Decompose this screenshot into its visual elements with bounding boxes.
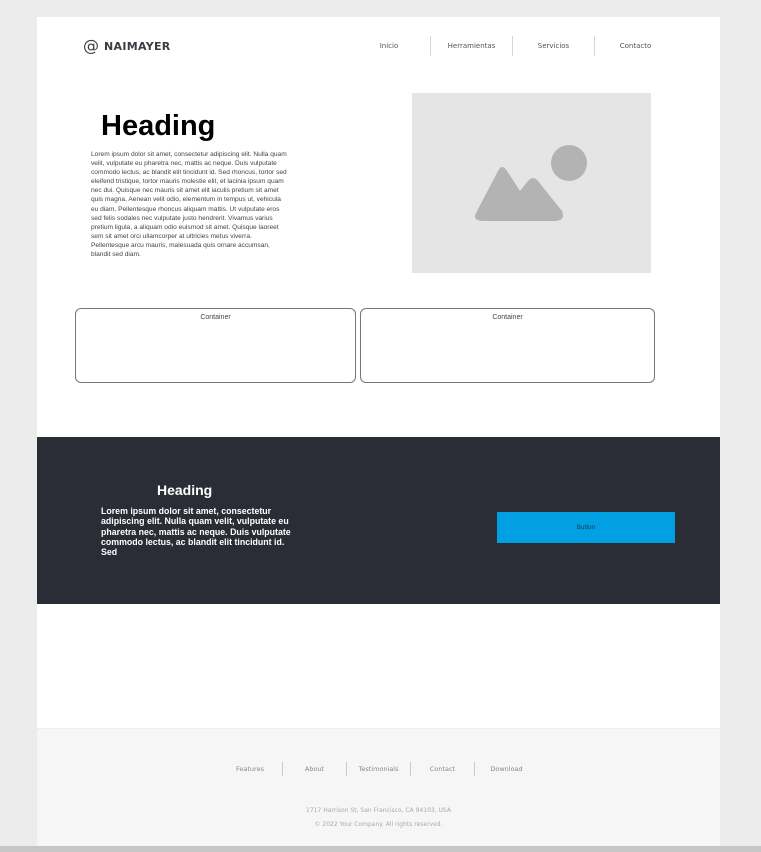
cta-button[interactable]: Button (497, 512, 675, 543)
container-label: Container (200, 314, 231, 321)
footer-link-download[interactable]: Download (474, 762, 538, 776)
container-box-2: Container (360, 308, 655, 383)
footer-link-contact[interactable]: Contact (410, 762, 474, 776)
footer-link-testimonials[interactable]: Testimonials (346, 762, 410, 776)
hero-heading: Heading (101, 110, 216, 142)
main-nav: Inicio Herramientas Servicios Contacto (348, 36, 676, 56)
nav-item-servicios[interactable]: Servicios (512, 36, 594, 56)
footer-copyright: © 2022 Your Company. All rights reserved… (314, 821, 443, 828)
cta-heading: Heading (157, 482, 213, 498)
logo-text: NAIMAYER (104, 39, 171, 53)
container-label: Container (492, 314, 523, 321)
nav-item-herramientas[interactable]: Herramientas (430, 36, 512, 56)
bottom-scroll-bar (0, 846, 761, 852)
dark-cta-section: Heading Lorem ipsum dolor sit amet, cons… (37, 437, 720, 604)
nav-item-contacto[interactable]: Contacto (594, 36, 676, 56)
footer: Features About Testimonials Contact Down… (37, 728, 720, 847)
footer-nav: Features About Testimonials Contact Down… (218, 762, 538, 776)
cta-paragraph: Lorem ipsum dolor sit amet, consectetur … (101, 506, 291, 558)
hero-image-placeholder (412, 93, 651, 273)
logo[interactable]: @ NAIMAYER (83, 38, 171, 54)
at-sign-icon: @ (83, 36, 99, 55)
hero-paragraph: Lorem ipsum dolor sit amet, consectetur … (91, 151, 287, 259)
container-box-1: Container (75, 308, 356, 383)
footer-address: 1717 Harrison St, San Francisco, CA 9410… (306, 807, 451, 814)
footer-link-about[interactable]: About (282, 762, 346, 776)
image-placeholder-icon (475, 145, 587, 221)
nav-item-inicio[interactable]: Inicio (348, 36, 430, 56)
footer-link-features[interactable]: Features (218, 762, 282, 776)
page: @ NAIMAYER Inicio Herramientas Servicios… (37, 17, 720, 847)
